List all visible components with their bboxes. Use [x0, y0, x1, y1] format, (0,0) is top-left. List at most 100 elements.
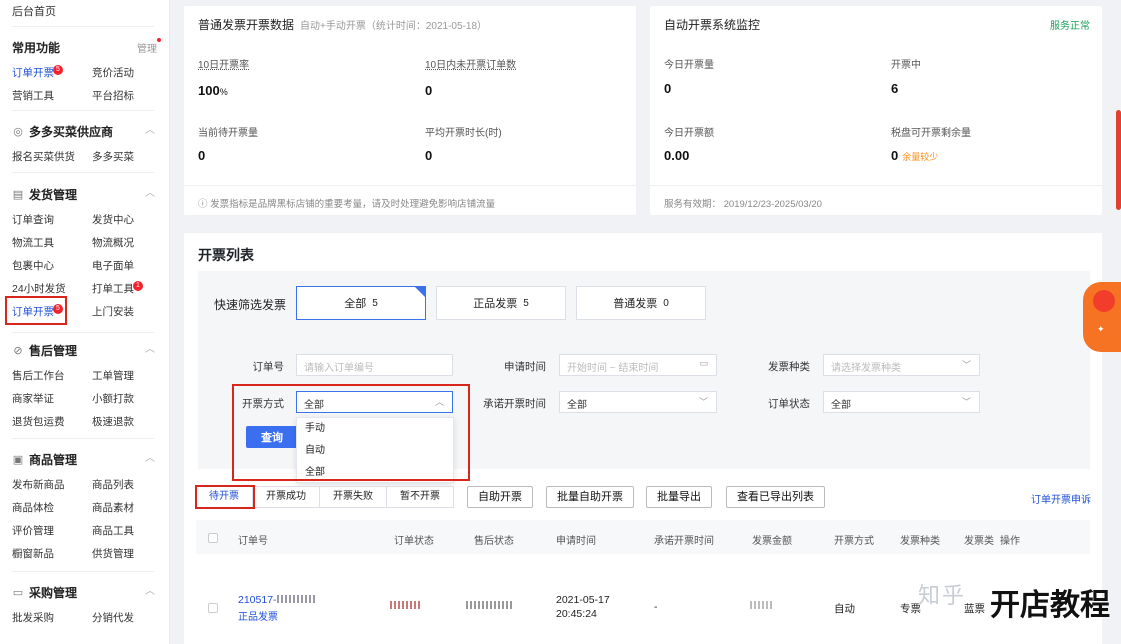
- invoice-appeal-link[interactable]: 订单开票申诉: [1031, 491, 1091, 506]
- stat-value: 0: [198, 148, 206, 163]
- chevron-up-icon[interactable]: ︿: [145, 449, 155, 464]
- sidebar-item-ship-center[interactable]: 发货中心: [92, 212, 134, 227]
- watermark-zhihu: 知乎: [918, 583, 967, 608]
- sidebar-item-logistics-overview[interactable]: 物流概况: [92, 235, 134, 250]
- badge: 1: [133, 281, 143, 291]
- col-actions: 操作: [1000, 536, 1020, 547]
- highlight-box: [232, 384, 470, 481]
- stat-label: 开票中: [891, 60, 921, 71]
- sidebar-item-goods-list[interactable]: 商品列表: [92, 477, 134, 492]
- chevron-down-icon: ﹀: [698, 397, 708, 407]
- apply-time-label: 申请时间: [504, 361, 546, 373]
- aftersale-status-redacted: [466, 600, 514, 612]
- panel-title: 开票列表: [198, 247, 254, 263]
- tab-failed[interactable]: 开票失败: [319, 486, 387, 508]
- sidebar-section-shipping[interactable]: ▤ 发货管理: [12, 186, 77, 203]
- row-checkbox[interactable]: [208, 603, 218, 613]
- sidebar-item-duoduo-grocery[interactable]: 多多买菜: [92, 149, 134, 164]
- tab-success[interactable]: 开票成功: [252, 486, 320, 508]
- sidebar-section-aftersale[interactable]: ⊘ 售后管理: [12, 342, 77, 359]
- sidebar-section-common: 常用功能: [12, 41, 61, 55]
- col-method: 开票方式: [834, 536, 874, 547]
- divider: [12, 110, 154, 111]
- batch-self-invoice-button[interactable]: 批量自助开票: [546, 486, 634, 508]
- sidebar-item-dropship[interactable]: 分销代发: [92, 610, 134, 625]
- sidebar-item-publish-goods[interactable]: 发布新商品: [12, 477, 65, 492]
- sidebar-item-supply-signup[interactable]: 报名买菜供货: [12, 149, 75, 164]
- sidebar-item-return-shipping[interactable]: 退货包运费: [12, 414, 65, 429]
- sidebar-item-aftersale-desk[interactable]: 售后工作台: [12, 368, 65, 383]
- sidebar-item-e-waybill[interactable]: 电子面单: [92, 258, 134, 273]
- sidebar-item-supply-manage[interactable]: 供货管理: [92, 546, 134, 561]
- sidebar-item-goods-check[interactable]: 商品体检: [12, 500, 54, 515]
- sidebar-home[interactable]: 后台首页: [12, 3, 56, 19]
- order-number-input[interactable]: 请输入订单编号: [296, 354, 453, 376]
- stat-label: 今日开票额: [664, 128, 714, 139]
- stat-value: 0 余量较少: [891, 148, 939, 163]
- promo-widget[interactable]: ✦: [1083, 282, 1121, 352]
- sidebar-item-reviews[interactable]: 评价管理: [12, 523, 54, 538]
- sidebar-item-small-payment[interactable]: 小额打款: [92, 391, 134, 406]
- chevron-up-icon[interactable]: ︿: [145, 121, 155, 136]
- sidebar-section-purchase[interactable]: ▭ 采购管理: [12, 584, 77, 601]
- apply-time-range[interactable]: 开始时间 ~ 结束时间 ▭: [559, 354, 717, 376]
- document-icon: ▤: [12, 189, 24, 201]
- stat-label: 税盘可开票剩余量: [891, 128, 971, 139]
- stat-value: 0.00: [664, 148, 690, 163]
- sidebar-item-marketing[interactable]: 营销工具: [12, 88, 54, 103]
- col-kind: 发票种类: [900, 536, 940, 547]
- sidebar-section-goods[interactable]: ▣ 商品管理: [12, 451, 77, 468]
- sidebar-item-tickets[interactable]: 工单管理: [92, 368, 134, 383]
- sidebar-item-goods-tools[interactable]: 商品工具: [92, 523, 134, 538]
- quick-filter-label: 快速筛选发票: [214, 298, 287, 312]
- promise-time: -: [654, 601, 658, 613]
- self-invoice-button[interactable]: 自助开票: [467, 486, 533, 508]
- sidebar-item-goods-material[interactable]: 商品素材: [92, 500, 134, 515]
- badge: 5: [53, 65, 63, 75]
- batch-export-button[interactable]: 批量导出: [646, 486, 712, 508]
- stat-label: 当前待开票量: [198, 128, 258, 139]
- sidebar-item-installation[interactable]: 上门安装: [92, 304, 134, 319]
- stat-label[interactable]: 10日开票率: [198, 56, 249, 71]
- card-title: 普通发票开票数据 自动+手动开票（统计时间：2021-05-18）: [198, 18, 488, 32]
- sidebar-item-order-invoice[interactable]: 订单开票 5: [12, 65, 63, 80]
- sidebar-item-print-tool[interactable]: 打单工具 1: [92, 281, 143, 296]
- manage-link[interactable]: 管理: [137, 38, 161, 55]
- sidebar-item-wholesale[interactable]: 批发采购: [12, 610, 54, 625]
- sidebar-item-merchant-evidence[interactable]: 商家举证: [12, 391, 54, 406]
- sidebar-item-bidding[interactable]: 竞价活动: [92, 65, 134, 80]
- sidebar-item-package-center[interactable]: 包裹中心: [12, 258, 54, 273]
- stat-value: 100%: [198, 83, 228, 98]
- order-number-link[interactable]: 210517-: [238, 594, 317, 606]
- highlight-box: [5, 296, 67, 325]
- select-all-checkbox[interactable]: [208, 533, 218, 543]
- stat-value: 6: [891, 81, 899, 96]
- order-status-select[interactable]: 全部 ﹀: [823, 391, 980, 413]
- quick-tab-normal[interactable]: 普通发票 0: [576, 286, 706, 320]
- invoice-type: 蓝票: [964, 603, 985, 615]
- tab-skip[interactable]: 暂不开票: [386, 486, 454, 508]
- quick-tab-genuine[interactable]: 正品发票 5: [436, 286, 566, 320]
- sidebar-item-logistics-tools[interactable]: 物流工具: [12, 235, 54, 250]
- promise-time-select[interactable]: 全部 ﹀: [559, 391, 717, 413]
- sidebar-item-order-query[interactable]: 订单查询: [12, 212, 54, 227]
- sidebar-section-supply[interactable]: ◎ 多多买菜供应商: [12, 123, 113, 140]
- divider: [12, 172, 154, 173]
- chevron-up-icon[interactable]: ︿: [145, 582, 155, 597]
- view-exports-button[interactable]: 查看已导出列表: [726, 486, 825, 508]
- card-title: 自动开票系统监控: [664, 18, 761, 32]
- warning-badge: 余量较少: [902, 152, 939, 162]
- sidebar-item-tender[interactable]: 平台招标: [92, 88, 134, 103]
- status-badge: 服务正常: [1050, 21, 1090, 32]
- sidebar-item-24h-ship[interactable]: 24小时发货: [12, 281, 66, 296]
- invoice-kind-select[interactable]: 请选择发票种类 ﹀: [823, 354, 980, 376]
- chevron-up-icon[interactable]: ︿: [145, 184, 155, 199]
- col-order-status: 订单状态: [394, 536, 434, 547]
- col-promise-time: 承诺开票时间: [654, 536, 714, 547]
- quick-tab-all[interactable]: 全部 5: [296, 286, 426, 320]
- stat-label[interactable]: 10日内未开票订单数: [425, 56, 516, 71]
- sidebar-item-showcase[interactable]: 橱窗新品: [12, 546, 54, 561]
- supplier-icon: ◎: [13, 126, 23, 138]
- chevron-up-icon[interactable]: ︿: [145, 340, 155, 355]
- sidebar-item-fast-refund[interactable]: 极速退款: [92, 414, 134, 429]
